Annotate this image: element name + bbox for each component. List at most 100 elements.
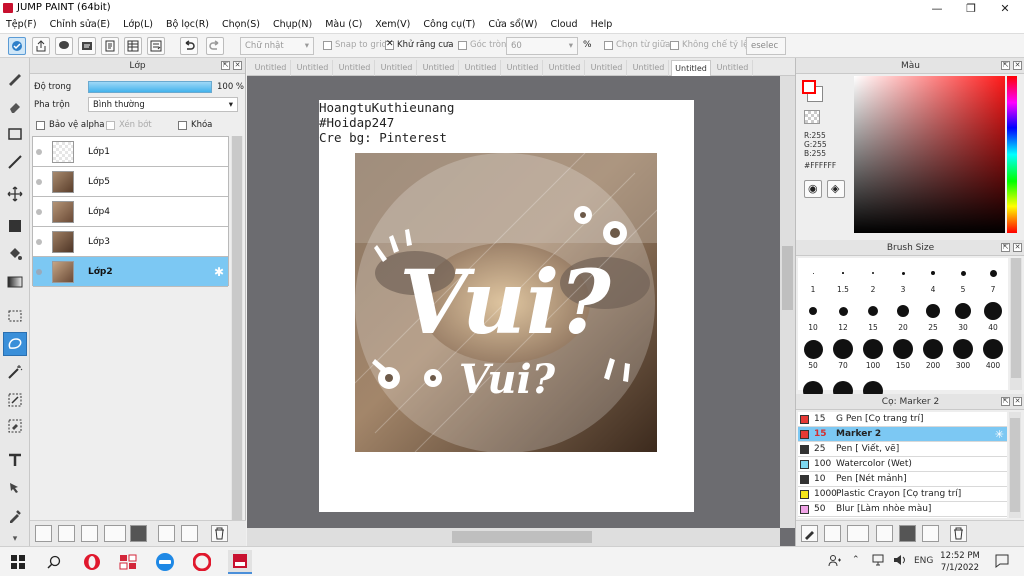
shape-combo[interactable]: Chữ nhật ▾ (240, 37, 314, 55)
visibility-icon[interactable] (36, 268, 42, 275)
merge-layer-button[interactable] (181, 525, 198, 542)
brush-size-cell[interactable]: 2 (858, 258, 888, 296)
add-layer-menu-button[interactable] (104, 525, 126, 542)
jump-paint-taskbar-button[interactable] (228, 550, 252, 574)
opera-taskbar-button[interactable] (82, 552, 102, 572)
new-brush-button[interactable] (876, 525, 893, 542)
brush-size-cell[interactable]: 300 (948, 334, 978, 372)
new-layer-button[interactable] (35, 525, 52, 542)
people-icon[interactable] (828, 554, 842, 568)
opacity-slider[interactable] (88, 81, 212, 93)
eyedropper-tool[interactable] (3, 504, 27, 528)
transparent-swatch[interactable] (804, 110, 820, 124)
gradient-tool[interactable] (3, 270, 27, 294)
delete-brush-button[interactable] (950, 525, 967, 542)
canvas-vertical-scrollbar[interactable] (780, 76, 795, 528)
new-8bit-layer-button[interactable] (58, 525, 75, 542)
bucket-tool[interactable] (3, 242, 27, 266)
brush-size-cell[interactable]: 10 (798, 296, 828, 334)
menu-cloud[interactable]: Cloud (550, 19, 577, 30)
tab[interactable]: Untitled (629, 60, 669, 76)
menu-view[interactable]: Xem(V) (375, 19, 410, 30)
tab[interactable]: Untitled (587, 60, 627, 76)
rectangle-tool[interactable] (3, 122, 27, 146)
duplicate-layer-button[interactable] (158, 525, 175, 542)
text-tool[interactable] (3, 448, 27, 472)
brush-item[interactable]: 100 Watercolor (Wet) (798, 457, 1007, 472)
text-box-button[interactable] (78, 37, 96, 55)
close-icon[interactable]: ✕ (1013, 61, 1022, 70)
tab[interactable]: Untitled (293, 60, 333, 76)
brush-size-cell[interactable]: 3 (888, 258, 918, 296)
brush-size-cell[interactable]: 4 (918, 258, 948, 296)
system-clock[interactable]: 12:52 PM 7/1/2022 (935, 550, 985, 574)
eraser-tool[interactable] (3, 94, 27, 118)
close-icon[interactable]: ✕ (233, 61, 242, 70)
redo-button[interactable] (206, 37, 224, 55)
deselect-button[interactable]: eselec (746, 37, 786, 55)
tab[interactable]: Untitled (377, 60, 417, 76)
brush-size-cell[interactable]: 25 (918, 296, 948, 334)
checklist-button[interactable] (147, 37, 165, 55)
panel-layout-button[interactable] (124, 37, 142, 55)
fixed-ratio-checkbox[interactable]: Không chế tỷ lệ (670, 40, 748, 50)
menu-window[interactable]: Cửa sổ(W) (488, 19, 537, 30)
layer-item[interactable]: Lớp5 (33, 167, 228, 197)
palette-edit-button[interactable]: ◈ (827, 180, 845, 198)
volume-icon[interactable] (893, 554, 907, 566)
tab[interactable]: Untitled (419, 60, 459, 76)
brush-size-cell[interactable]: 20 (888, 296, 918, 334)
float-icon[interactable]: ⇱ (1001, 243, 1010, 252)
layer-item[interactable]: Lớp1 (33, 137, 228, 167)
color-saturation-picker[interactable] (854, 76, 1005, 233)
brush-size-cell[interactable]: 400 (978, 334, 1008, 372)
paste-brush-button[interactable] (824, 525, 841, 542)
close-button[interactable]: ✕ (988, 0, 1022, 16)
brush-size-cell[interactable]: 15 (858, 296, 888, 334)
menu-tools[interactable]: Công cụ(T) (423, 19, 475, 30)
brush-size-cell[interactable]: 150 (888, 334, 918, 372)
language-indicator[interactable]: ENG (914, 556, 933, 566)
menu-color[interactable]: Màu (C) (325, 19, 362, 30)
menu-help[interactable]: Help (591, 19, 613, 30)
round-value-input[interactable]: 60 ▾ (506, 37, 578, 55)
round-corner-checkbox[interactable]: Góc tròn (458, 40, 506, 50)
brush-size-cell[interactable]: 200 (918, 334, 948, 372)
brush-item-selected[interactable]: 15 Marker 2 ✳ (798, 427, 1007, 442)
balloon-tool[interactable] (3, 476, 27, 500)
scroll-thumb[interactable] (1010, 418, 1020, 512)
menu-edit[interactable]: Chỉnh sửa(E) (50, 19, 111, 30)
brush-item[interactable]: 1000 Plastic Crayon [Cọ trang trí] (798, 487, 1007, 502)
snap-grid-checkbox[interactable]: Snap to grid (323, 40, 387, 50)
color-hue-slider[interactable] (1007, 76, 1017, 233)
undo-button[interactable] (180, 37, 198, 55)
float-icon[interactable]: ⇱ (221, 61, 230, 70)
brush-menu-button[interactable] (847, 525, 869, 542)
tab[interactable]: Untitled (251, 60, 291, 76)
float-icon[interactable]: ⇱ (1001, 61, 1010, 70)
visibility-icon[interactable] (36, 148, 42, 155)
lasso-tool[interactable] (3, 332, 27, 356)
menu-filter[interactable]: Bộ lọc(R) (166, 19, 209, 30)
brush-size-cell[interactable]: 1 (798, 258, 828, 296)
clip-checkbox[interactable]: Xén bớt (106, 120, 152, 130)
foreground-color-swatch[interactable] (802, 80, 816, 94)
brush-size-cell[interactable]: 7 (978, 258, 1008, 296)
brush-item[interactable]: 10 Pen [Nét mảnh] (798, 472, 1007, 487)
brush-size-cell[interactable]: 50 (798, 334, 828, 372)
gear-icon[interactable]: ✱ (214, 265, 224, 279)
tab[interactable]: Untitled (713, 60, 753, 76)
brush-size-cell[interactable]: 70 (828, 334, 858, 372)
speech-bubble-button[interactable] (55, 37, 73, 55)
minimize-button[interactable]: — (920, 0, 954, 16)
visibility-icon[interactable] (36, 208, 42, 215)
brush-size-cell[interactable]: 100 (858, 334, 888, 372)
canvas-paper[interactable]: HoangtuKuthieunang #Hoidap247 Cre bg: Pi… (319, 100, 694, 512)
select-rect-tool[interactable] (3, 304, 27, 328)
brush-size-cell[interactable]: 5 (948, 258, 978, 296)
search-button[interactable] (44, 552, 64, 572)
menu-select[interactable]: Chọn(S) (222, 19, 260, 30)
brush-item[interactable]: 20Pencil [Sketch] (798, 517, 1007, 518)
layer-item[interactable]: Lớp3 (33, 227, 228, 257)
menu-layer[interactable]: Lớp(L) (123, 19, 153, 30)
